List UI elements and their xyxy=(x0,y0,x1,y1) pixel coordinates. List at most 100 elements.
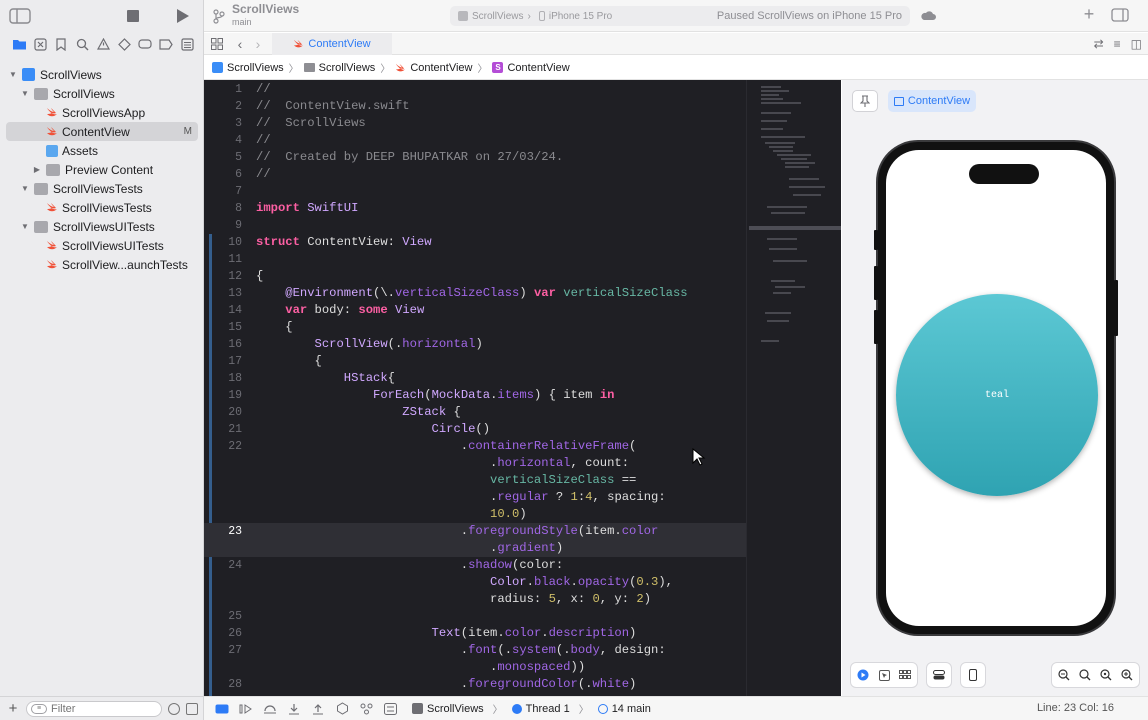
run-icon[interactable] xyxy=(172,6,192,26)
code-line[interactable]: Color.black.opacity(0.3), xyxy=(204,574,746,591)
add-icon[interactable]: + xyxy=(1082,5,1096,23)
destination-segment[interactable]: iPhone 15 Pro xyxy=(538,11,612,22)
crumb-folder[interactable]: ScrollViews xyxy=(303,62,375,74)
disclosure-open-icon[interactable]: ▼ xyxy=(20,222,30,231)
code-line[interactable]: 18 HStack{ xyxy=(204,370,746,387)
test-icon[interactable] xyxy=(116,36,132,52)
split-editor-icon[interactable]: ◫ xyxy=(1131,37,1142,51)
stop-icon[interactable] xyxy=(124,7,142,25)
code-line[interactable]: 25 xyxy=(204,608,746,625)
code-line[interactable]: 11 xyxy=(204,251,746,268)
code-line[interactable]: 24 .shadow(color: xyxy=(204,557,746,574)
debug-scheme[interactable]: ScrollViews xyxy=(427,703,484,715)
minimap[interactable] xyxy=(746,80,841,696)
zoom-to-fit-icon[interactable] xyxy=(1075,665,1095,685)
find-icon[interactable] xyxy=(74,36,90,52)
code-line[interactable]: 2 // ContentView.swift xyxy=(204,98,746,115)
variants-icon[interactable] xyxy=(895,665,915,685)
filter-field[interactable]: ≡ xyxy=(26,700,162,717)
code-line[interactable]: 4 // xyxy=(204,132,746,149)
report-icon[interactable] xyxy=(179,36,195,52)
tree-row-folder-uitests[interactable]: ▼ ScrollViewsUITests xyxy=(6,217,198,236)
crumb-project[interactable]: ScrollViews xyxy=(212,62,284,74)
tree-row-project[interactable]: ▼ ScrollViews xyxy=(6,65,198,84)
tree-row-folder-tests[interactable]: ▼ ScrollViewsTests xyxy=(6,179,198,198)
tree-row-assets[interactable]: Assets xyxy=(6,141,198,160)
code-line[interactable]: .regular ? 1:4, spacing: xyxy=(204,489,746,506)
selectable-mode-icon[interactable] xyxy=(874,665,894,685)
code-line[interactable]: 1 // xyxy=(204,81,746,98)
code-line[interactable]: verticalSizeClass == xyxy=(204,472,746,489)
view-hierarchy-icon[interactable] xyxy=(334,702,350,716)
source-filter-icon[interactable] xyxy=(186,702,198,715)
code-line[interactable]: .monospaced)) xyxy=(204,659,746,676)
device-settings-icon[interactable] xyxy=(929,665,949,685)
debug-frame[interactable]: 14 main xyxy=(612,703,651,715)
code-line[interactable]: radius: 5, x: 0, y: 2) xyxy=(204,591,746,608)
tree-row-tests-file[interactable]: ScrollViewsTests xyxy=(6,198,198,217)
code-line[interactable]: 28 .foregroundColor(.white) xyxy=(204,676,746,693)
code-line[interactable]: 15 { xyxy=(204,319,746,336)
disclosure-open-icon[interactable]: ▼ xyxy=(8,70,18,79)
code-line[interactable]: 10.0) xyxy=(204,506,746,523)
forward-icon[interactable]: › xyxy=(252,36,264,52)
tree-row-preview-content[interactable]: ▶ Preview Content xyxy=(6,160,198,179)
folder-icon[interactable] xyxy=(11,36,27,52)
grid-icon[interactable] xyxy=(210,37,224,51)
zoom-in-icon[interactable] xyxy=(1117,665,1137,685)
code-line[interactable]: 20 ZStack { xyxy=(204,404,746,421)
bookmark-icon[interactable] xyxy=(53,36,69,52)
filter-input[interactable] xyxy=(51,702,141,715)
code-line[interactable]: 8 import SwiftUI xyxy=(204,200,746,217)
code-line[interactable]: 12 { xyxy=(204,268,746,285)
console-toggle-icon[interactable] xyxy=(214,702,230,716)
teal-circle[interactable]: teal xyxy=(896,294,1098,496)
arrows-icon[interactable]: ⇄ xyxy=(1094,37,1104,51)
code-line[interactable]: 3 // ScrollViews xyxy=(204,115,746,132)
code-line[interactable]: 23 .foregroundStyle(item.color xyxy=(204,523,746,540)
scheme-segment[interactable]: ScrollViews › xyxy=(458,11,531,22)
code-line[interactable]: 26 Text(item.color.description) xyxy=(204,625,746,642)
disclosure-closed-icon[interactable]: ▶ xyxy=(32,165,42,174)
continue-icon[interactable] xyxy=(238,702,254,716)
code-line[interactable]: .gradient) xyxy=(204,540,746,557)
tree-row-contentview[interactable]: ContentView M xyxy=(6,122,198,141)
step-out-icon[interactable] xyxy=(310,702,326,716)
minimap-viewport[interactable] xyxy=(749,226,841,230)
add-icon[interactable]: + xyxy=(6,700,20,717)
filter-options-icon[interactable]: ≡ xyxy=(31,703,47,714)
breakpoint-icon[interactable] xyxy=(158,36,174,52)
back-icon[interactable]: ‹ xyxy=(234,36,246,52)
tree-row-scrollviewsapp[interactable]: ScrollViewsApp xyxy=(6,103,198,122)
code-line[interactable]: 6 // xyxy=(204,166,746,183)
inspector-toggle-icon[interactable] xyxy=(1110,7,1130,23)
recent-files-icon[interactable] xyxy=(168,702,180,715)
debug-icon[interactable] xyxy=(137,36,153,52)
code-line[interactable]: 27 .font(.system(.body, design: xyxy=(204,642,746,659)
code-line[interactable]: 19 ForEach(MockData.items) { item in xyxy=(204,387,746,404)
device-screen[interactable]: teal xyxy=(886,150,1106,626)
issue-icon[interactable] xyxy=(95,36,111,52)
code-line[interactable]: 10 struct ContentView: View xyxy=(204,234,746,251)
pin-icon[interactable] xyxy=(852,90,878,112)
code-line[interactable]: .horizontal, count: xyxy=(204,455,746,472)
crumb-file[interactable]: ContentView xyxy=(395,62,472,74)
environment-overrides-icon[interactable] xyxy=(382,702,398,716)
zoom-out-icon[interactable] xyxy=(1054,665,1074,685)
tree-row-launchtests-file[interactable]: ScrollView...aunchTests xyxy=(6,255,198,274)
code-line[interactable]: 21 Circle() xyxy=(204,421,746,438)
code-line[interactable]: 13 @Environment(\.verticalSizeClass) var… xyxy=(204,285,746,302)
code-line[interactable]: 5 // Created by DEEP BHUPATKAR on 27/03/2… xyxy=(204,149,746,166)
source-control-icon[interactable] xyxy=(32,36,48,52)
memory-graph-icon[interactable] xyxy=(358,702,374,716)
editor-options-icon[interactable]: ≡ xyxy=(1114,37,1121,51)
preview-tab-contentview[interactable]: ContentView xyxy=(888,90,976,112)
code-line[interactable]: 16 ScrollView(.horizontal) xyxy=(204,336,746,353)
tree-row-folder-scrollviews[interactable]: ▼ ScrollViews xyxy=(6,84,198,103)
tab-contentview[interactable]: ContentView xyxy=(272,33,392,55)
code-editor[interactable]: 1 // 2 // ContentView.swift 3 // ScrollViews 4… xyxy=(204,80,746,696)
zoom-actual-size-icon[interactable] xyxy=(1096,665,1116,685)
disclosure-open-icon[interactable]: ▼ xyxy=(20,89,30,98)
debug-thread[interactable]: Thread 1 xyxy=(526,703,570,715)
step-into-icon[interactable] xyxy=(286,702,302,716)
